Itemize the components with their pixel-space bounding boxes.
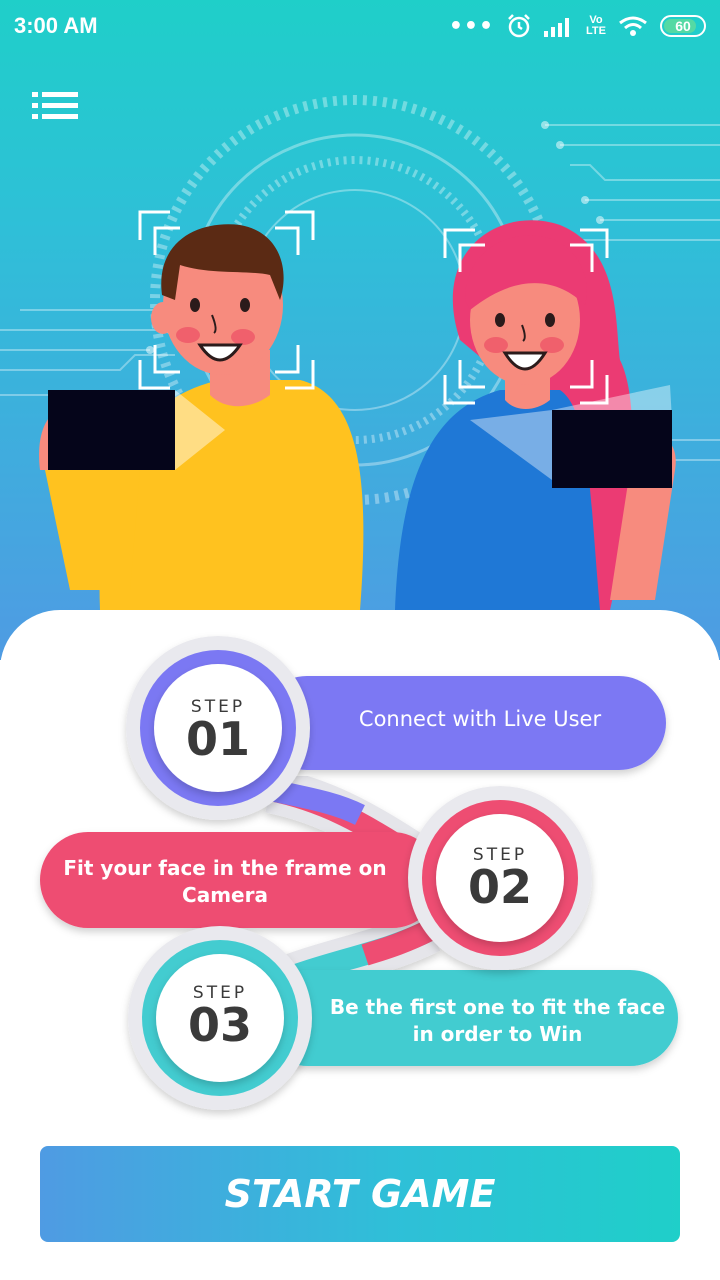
step-2-description: Fit your face in the frame on Camera <box>63 856 387 907</box>
step-1-badge: STEP 01 <box>168 698 268 762</box>
step-3-badge: STEP 03 <box>170 984 270 1048</box>
menu-icon <box>32 92 78 119</box>
more-dots-icon: ••• <box>448 13 495 39</box>
wifi-icon <box>619 16 647 36</box>
step-1-description: Connect with Live User <box>358 707 602 731</box>
battery-icon: 60 <box>660 15 706 37</box>
face-match-illustration <box>0 95 720 610</box>
step-2-badge: STEP 02 <box>450 846 550 910</box>
lte-indicator: Vo LTE <box>586 14 606 37</box>
step-1-number: 01 <box>185 712 250 766</box>
battery-level: 60 <box>675 18 691 34</box>
hero-background: 3:00 AM ••• Vo LTE 60 <box>0 0 720 660</box>
signal-icon <box>544 18 570 37</box>
step-3-description: Be the first one to fit the face in orde… <box>329 995 666 1046</box>
status-time: 3:00 AM <box>14 13 98 38</box>
step-2-number: 02 <box>467 860 532 914</box>
step-3-number: 03 <box>187 998 252 1052</box>
status-bar: 3:00 AM ••• Vo LTE 60 <box>0 0 720 52</box>
status-icons: ••• Vo LTE 60 <box>449 13 706 39</box>
start-game-button[interactable]: START GAME <box>40 1146 680 1242</box>
alarm-icon <box>508 14 530 38</box>
menu-button[interactable] <box>30 88 82 124</box>
